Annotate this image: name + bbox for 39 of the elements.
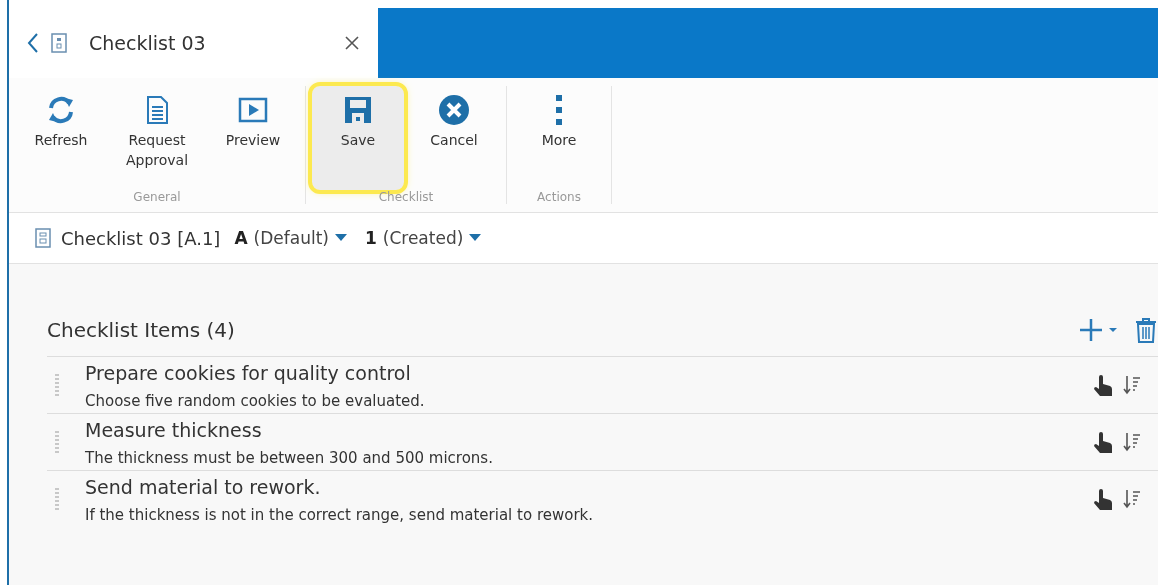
item-title: Measure thickness: [85, 419, 263, 441]
section-title: Checklist Items (4): [47, 318, 235, 342]
drag-handle-icon[interactable]: [55, 374, 59, 398]
trash-icon: [1135, 317, 1157, 343]
request-button[interactable]: Request Approval: [111, 86, 203, 190]
item-description: Choose five random cookies to be evaluated.: [85, 392, 426, 410]
drag-handle-icon[interactable]: [55, 431, 59, 455]
hand-pointer-icon[interactable]: [1093, 489, 1113, 511]
revision-dropdown[interactable]: A (Default): [230, 228, 351, 248]
group-label: General: [133, 190, 181, 204]
sort-icon[interactable]: [1123, 375, 1141, 395]
sort-icon[interactable]: [1123, 489, 1141, 509]
group-label: Checklist: [378, 190, 434, 204]
item-title: Prepare cookies for quality control: [85, 362, 412, 384]
item-description: If the thickness is not in the correct range, send material to rework.: [85, 506, 594, 524]
cancel-button[interactable]: Cancel: [408, 86, 500, 190]
group-label: Actions: [537, 190, 581, 204]
caret-icon: [469, 234, 482, 242]
object-name: Checklist 03 [A.1]: [61, 227, 221, 249]
cancel-icon: [438, 94, 470, 126]
sort-icon[interactable]: [1123, 432, 1141, 452]
preview-button[interactable]: Preview: [207, 86, 299, 190]
document-icon: [51, 33, 67, 53]
drag-handle-icon[interactable]: [55, 488, 59, 512]
close-icon[interactable]: [344, 35, 360, 51]
version-dropdown[interactable]: 1 (Created): [360, 228, 486, 248]
back-icon[interactable]: [27, 32, 39, 54]
item-description: The thickness must be between 300 and 500 microns.: [85, 449, 494, 467]
more-button[interactable]: More: [513, 86, 605, 190]
delete-button[interactable]: [1133, 315, 1158, 345]
hand-pointer-icon[interactable]: [1093, 432, 1113, 454]
tab-title: Checklist 03: [89, 32, 207, 54]
checklist-icon: [35, 228, 51, 248]
hand-pointer-icon[interactable]: [1093, 375, 1113, 397]
caret-icon: [334, 234, 347, 242]
refresh-button[interactable]: Refresh: [15, 86, 107, 190]
plus-icon: [1079, 317, 1119, 343]
more-icon: [556, 95, 562, 125]
item-title: Send material to rework.: [85, 476, 322, 498]
